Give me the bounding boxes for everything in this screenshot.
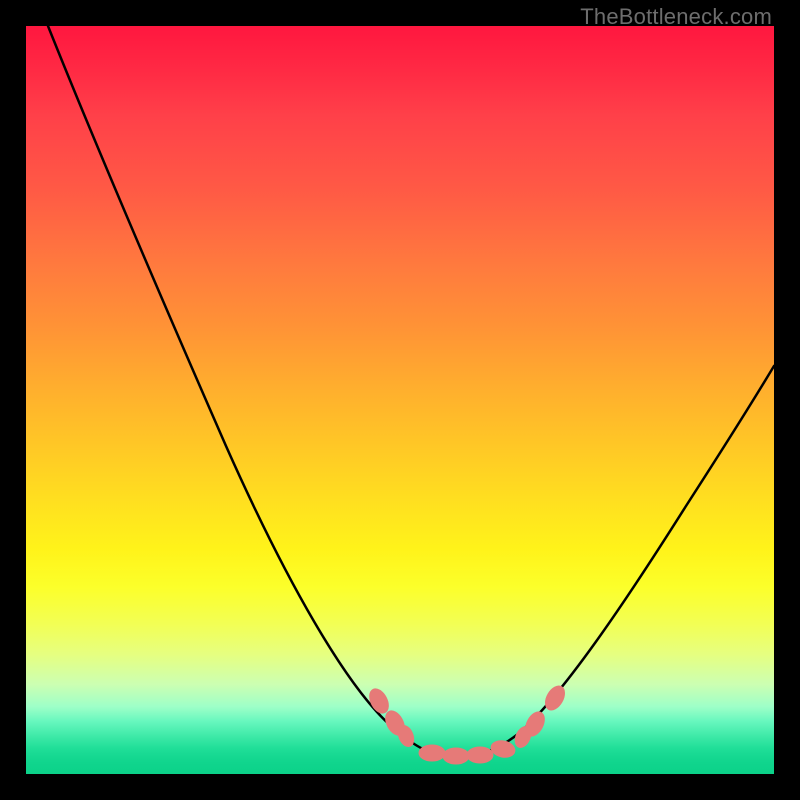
marker (419, 745, 445, 761)
marker (542, 683, 569, 714)
plot-area (26, 26, 774, 774)
marker (490, 739, 517, 760)
valley-markers (366, 683, 569, 764)
marker (443, 748, 469, 764)
marker (467, 747, 493, 763)
bottleneck-curve (48, 26, 774, 756)
chart-svg (26, 26, 774, 774)
chart-frame: TheBottleneck.com (0, 0, 800, 800)
